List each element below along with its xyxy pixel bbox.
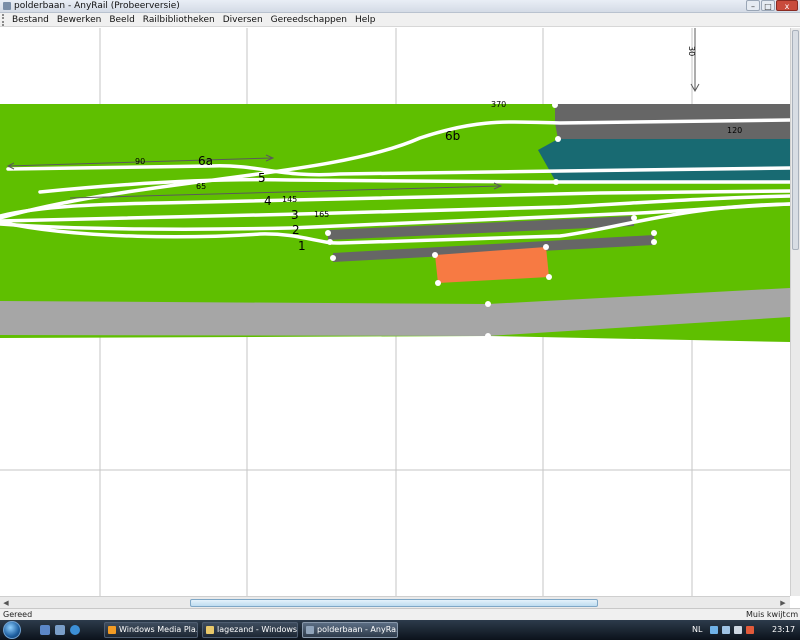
road-node[interactable] [485,301,491,307]
task-polderbaan-anyrail[interactable]: polderbaan - AnyRa... [302,622,398,638]
label-165: 165 [314,210,329,219]
horizontal-scrollbar[interactable]: ◀ ▶ [0,596,790,608]
label-65: 65 [196,182,206,191]
scroll-left-arrow-icon[interactable]: ◀ [1,598,11,608]
label-track-5: 5 [258,171,266,185]
label-90: 90 [135,157,145,166]
water-node[interactable] [555,136,561,142]
network-icon[interactable] [722,626,730,634]
vertical-scroll-thumb[interactable] [792,30,799,250]
label-track-3: 3 [291,208,299,222]
task-lagezand[interactable]: lagezand - Windows... [202,622,298,638]
task-windows-media-player[interactable]: Windows Media Pla... [104,622,198,638]
taskbar: Windows Media Pla... lagezand - Windows.… [0,620,800,640]
language-indicator[interactable]: NL [692,620,702,640]
start-button-icon[interactable] [3,621,21,639]
close-button[interactable]: x [776,0,798,11]
scroll-right-arrow-icon[interactable]: ▶ [778,598,788,608]
folder-icon [206,626,214,634]
menu-help[interactable]: Help [351,13,380,27]
volume-icon[interactable] [734,626,742,634]
label-track-2: 2 [292,223,300,237]
menu-bestand[interactable]: Bestand [8,13,53,27]
anyrail-icon [306,626,314,634]
title-bar: polderbaan - AnyRail (Probeerversie) – □… [0,0,800,13]
switch-windows-icon[interactable] [55,625,65,635]
water-area[interactable] [538,139,790,182]
app-icon [3,2,11,10]
window-controls: – □ x [746,0,798,12]
layout-canvas[interactable]: 370 120 90 65 145 165 30 6b 6a 5 4 3 2 1 [0,28,790,596]
label-370: 370 [491,100,506,109]
window-title: polderbaan - AnyRail (Probeerversie) [14,1,180,11]
horizontal-scroll-thumb[interactable] [190,599,598,607]
clock[interactable]: 23:17 [772,620,795,640]
label-30: 30 [687,46,696,56]
label-145: 145 [282,195,297,204]
menu-diversen[interactable]: Diversen [219,13,267,27]
label-track-4: 4 [264,194,272,208]
road-node[interactable] [485,333,491,339]
label-track-1: 1 [298,239,306,253]
show-desktop-icon[interactable] [40,625,50,635]
track-layout-drawing[interactable]: 370 120 90 65 145 165 30 6b 6a 5 4 3 2 1 [0,28,790,596]
menu-railbibliotheken[interactable]: Railbibliotheken [139,13,219,27]
label-track-6a: 6a [198,154,213,168]
internet-explorer-icon[interactable] [70,625,80,635]
menu-gereedschappen[interactable]: Gereedschappen [267,13,351,27]
label-120: 120 [727,126,742,135]
menu-beeld[interactable]: Beeld [105,13,138,27]
label-track-6b: 6b [445,129,460,143]
media-player-icon [108,626,116,634]
menu-bewerken[interactable]: Bewerken [53,13,105,27]
help-icon[interactable] [710,626,718,634]
water-node[interactable] [552,102,558,108]
security-icon[interactable] [746,626,754,634]
maximize-button[interactable]: □ [761,0,775,11]
menu-bar: Bestand Bewerken Beeld Railbibliotheken … [0,13,800,27]
minimize-button[interactable]: – [746,0,760,11]
vertical-scrollbar[interactable] [790,28,800,596]
status-bar: Gereed Muis kwijt cm [0,608,800,620]
